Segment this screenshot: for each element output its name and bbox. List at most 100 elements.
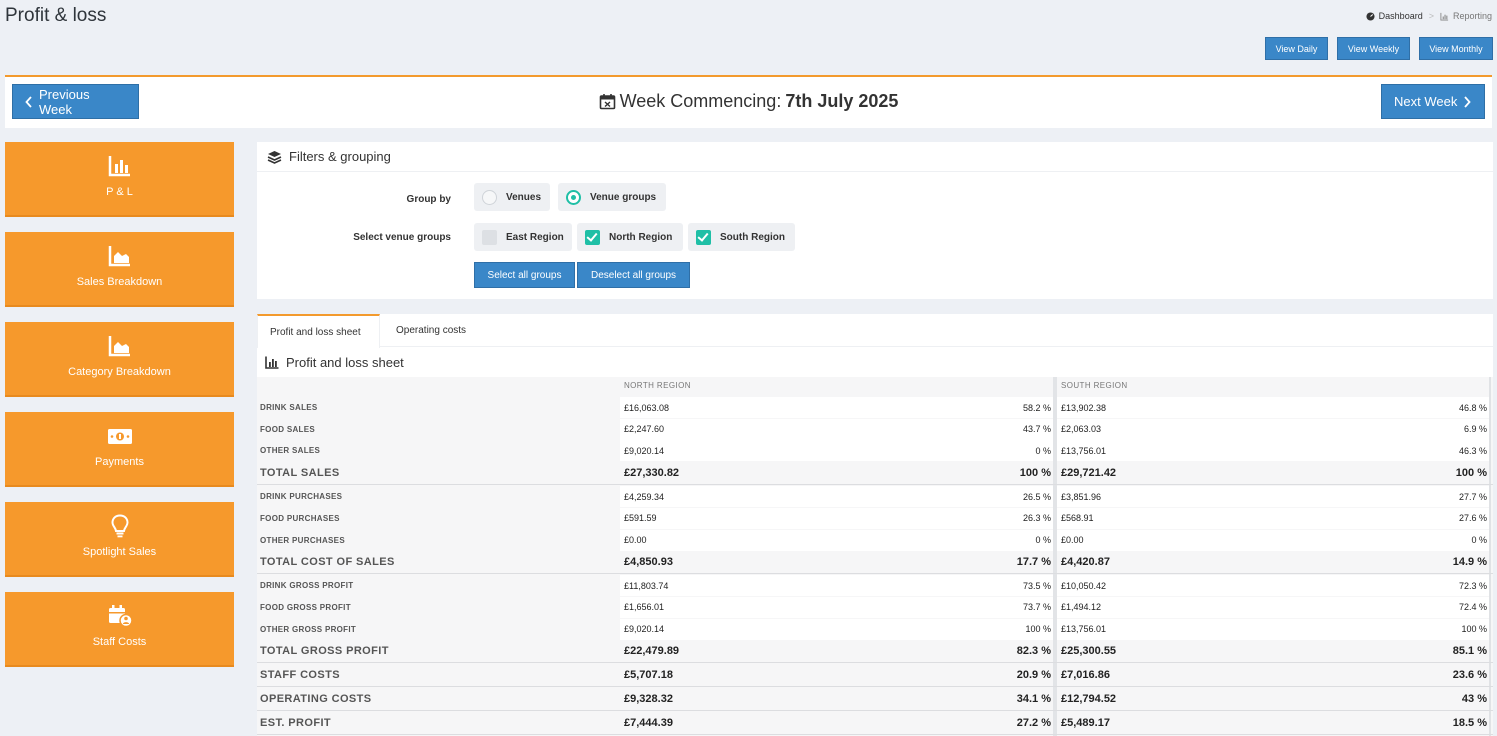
- table-row: FOOD PURCHASES £591.59 26.3 % £568.91 27.6 %: [257, 507, 1493, 529]
- row-label: OTHER GROSS PROFIT: [260, 624, 357, 634]
- row-label: DRINK GROSS PROFIT: [260, 581, 354, 591]
- view-daily-button[interactable]: View Daily: [1265, 37, 1328, 60]
- south-region-percent: 27.6 %: [1458, 513, 1487, 524]
- sidebar-item-label: Staff Costs: [92, 636, 147, 648]
- sidebar-item-sales-breakdown[interactable]: Sales Breakdown: [5, 232, 234, 307]
- north-region-percent: 26.3 %: [1022, 513, 1051, 524]
- north-region-percent: 17.7 %: [1016, 556, 1051, 569]
- sidebar-item-staff-costs[interactable]: Staff Costs: [5, 592, 234, 667]
- south-region-checkbox[interactable]: South Region: [688, 223, 795, 251]
- column-header-north-region: NORTH REGION: [624, 381, 691, 390]
- tab-bar: Profit and loss sheet Operating costs: [257, 314, 1493, 348]
- north-region-percent: 20.9 %: [1016, 669, 1051, 682]
- north-region-percent: 0 %: [1035, 535, 1051, 545]
- row-label: FOOD PURCHASES: [260, 513, 340, 523]
- row-label: TOTAL COST OF SALES: [260, 556, 395, 569]
- area-chart-icon: [108, 336, 130, 357]
- sheet-title: Profit and loss sheet: [286, 354, 404, 370]
- sidebar-item-payments[interactable]: Payments: [5, 412, 234, 487]
- cell-background: [1057, 618, 1489, 640]
- tab-operating-costs[interactable]: Operating costs: [384, 314, 478, 347]
- cell-background: [620, 575, 1053, 597]
- north-region-checkbox[interactable]: North Region: [577, 223, 683, 251]
- bar-chart-icon: [108, 156, 130, 177]
- table-row: DRINK SALES £16,063.08 58.2 % £13,902.38 46.…: [257, 397, 1493, 418]
- radio-checked-icon: [566, 189, 581, 205]
- deselect-all-groups-button[interactable]: Deselect all groups: [577, 262, 690, 288]
- bar-chart-icon: [265, 356, 279, 369]
- south-region-percent: 18.5 %: [1452, 717, 1487, 730]
- south-region-percent: 43 %: [1461, 693, 1487, 706]
- week-commencing-prefix: Week Commencing:: [619, 91, 782, 111]
- north-region-value: £591.59: [624, 513, 657, 524]
- south-region-value: £13,756.01: [1061, 445, 1107, 456]
- next-week-button[interactable]: Next Week: [1381, 84, 1485, 119]
- page-title: Profit & loss: [5, 5, 107, 26]
- north-region-value: £11,803.74: [624, 580, 669, 591]
- pl-table: NORTH REGION SOUTH REGION DRINK SALES £16…: [257, 377, 1493, 736]
- table-row: DRINK PURCHASES £4,259.34 26.5 % £3,851.96 2…: [257, 486, 1493, 508]
- south-region-percent: 46.3 %: [1458, 445, 1487, 456]
- view-monthly-button[interactable]: View Monthly: [1419, 37, 1493, 60]
- sidebar-item-label: Category Breakdown: [68, 366, 171, 378]
- south-region-percent: 100 %: [1455, 467, 1487, 480]
- north-region-percent: 26.5 %: [1022, 491, 1051, 502]
- cell-background: [1057, 440, 1489, 462]
- cell-background: [1057, 397, 1489, 418]
- dashboard-icon: [1366, 11, 1375, 21]
- pl-sheet-panel: Profit and loss sheet Operating costs Pr…: [257, 314, 1493, 736]
- cell-background: [620, 440, 1053, 462]
- south-region-value: £2,063.03: [1061, 424, 1102, 435]
- south-region-value: £0.00: [1061, 535, 1084, 545]
- group-by-venues-radio[interactable]: Venues: [474, 183, 550, 211]
- checkbox-label: East Region: [506, 231, 564, 243]
- breadcrumb-dashboard[interactable]: Dashboard: [1379, 11, 1423, 21]
- table-row: OPERATING COSTS £9,328.32 34.1 % £12,794.52…: [257, 688, 1493, 712]
- cell-background: [620, 418, 1053, 440]
- area-chart-icon: [108, 246, 130, 267]
- row-label: TOTAL GROSS PROFIT: [260, 645, 389, 658]
- south-region-percent: 6.9 %: [1463, 424, 1487, 435]
- table-row: FOOD SALES £2,247.60 43.7 % £2,063.03 6.9 %: [257, 418, 1493, 440]
- sidebar-item-pl[interactable]: P & L: [5, 142, 234, 217]
- filters-panel: Filters & grouping Group by Venues Venue…: [257, 142, 1493, 299]
- table-row: DRINK GROSS PROFIT £11,803.74 73.5 % £10,05…: [257, 575, 1493, 597]
- sidebar-item-spotlight-sales[interactable]: Spotlight Sales: [5, 502, 234, 577]
- view-weekly-button[interactable]: View Weekly: [1337, 37, 1410, 60]
- north-region-value: £9,328.32: [624, 693, 673, 706]
- north-region-percent: 58.2 %: [1022, 402, 1051, 413]
- south-region-percent: 14.9 %: [1452, 556, 1487, 569]
- radio-label: Venues: [506, 191, 542, 203]
- checkbox-label: North Region: [609, 231, 673, 243]
- view-period-buttons: View Daily View Weekly View Monthly: [1265, 37, 1493, 60]
- row-label: OTHER SALES: [260, 446, 321, 456]
- select-all-groups-button[interactable]: Select all groups: [474, 262, 575, 288]
- group-by-venue-groups-radio[interactable]: Venue groups: [558, 183, 666, 211]
- south-region-value: £29,721.42: [1061, 467, 1117, 480]
- table-row: EST. PROFIT £7,444.39 27.2 % £5,489.17 18.5 …: [257, 712, 1493, 736]
- checkbox-unchecked-icon: [482, 229, 497, 245]
- north-region-value: £27,330.82: [624, 467, 680, 480]
- south-region-percent: 72.4 %: [1458, 602, 1487, 613]
- select-venue-groups-label: Select venue groups: [353, 232, 451, 243]
- tab-profit-and-loss-sheet[interactable]: Profit and loss sheet: [257, 314, 380, 348]
- north-region-percent: 0 %: [1035, 445, 1051, 456]
- north-region-percent: 34.1 %: [1016, 693, 1051, 706]
- south-region-percent: 100 %: [1461, 624, 1487, 635]
- checkbox-checked-icon: [696, 229, 711, 245]
- filters-header: Filters & grouping: [257, 142, 1493, 172]
- north-region-value: £2,247.60: [624, 424, 665, 435]
- sidebar-item-category-breakdown[interactable]: Category Breakdown: [5, 322, 234, 397]
- sidebar-item-label: Payments: [95, 456, 144, 468]
- calendar-icon: [599, 94, 615, 110]
- south-region-percent: 23.6 %: [1452, 669, 1487, 682]
- cell-background: [620, 397, 1053, 418]
- north-region-value: £7,444.39: [624, 717, 673, 730]
- row-label: DRINK SALES: [260, 403, 318, 412]
- north-region-value: £0.00: [624, 535, 647, 545]
- row-label: EST. PROFIT: [260, 717, 332, 730]
- breadcrumb-reporting: Reporting: [1452, 11, 1492, 21]
- east-region-checkbox[interactable]: East Region: [474, 223, 572, 251]
- south-region-percent: 27.7 %: [1458, 491, 1487, 502]
- south-region-value: £3,851.96: [1061, 491, 1102, 502]
